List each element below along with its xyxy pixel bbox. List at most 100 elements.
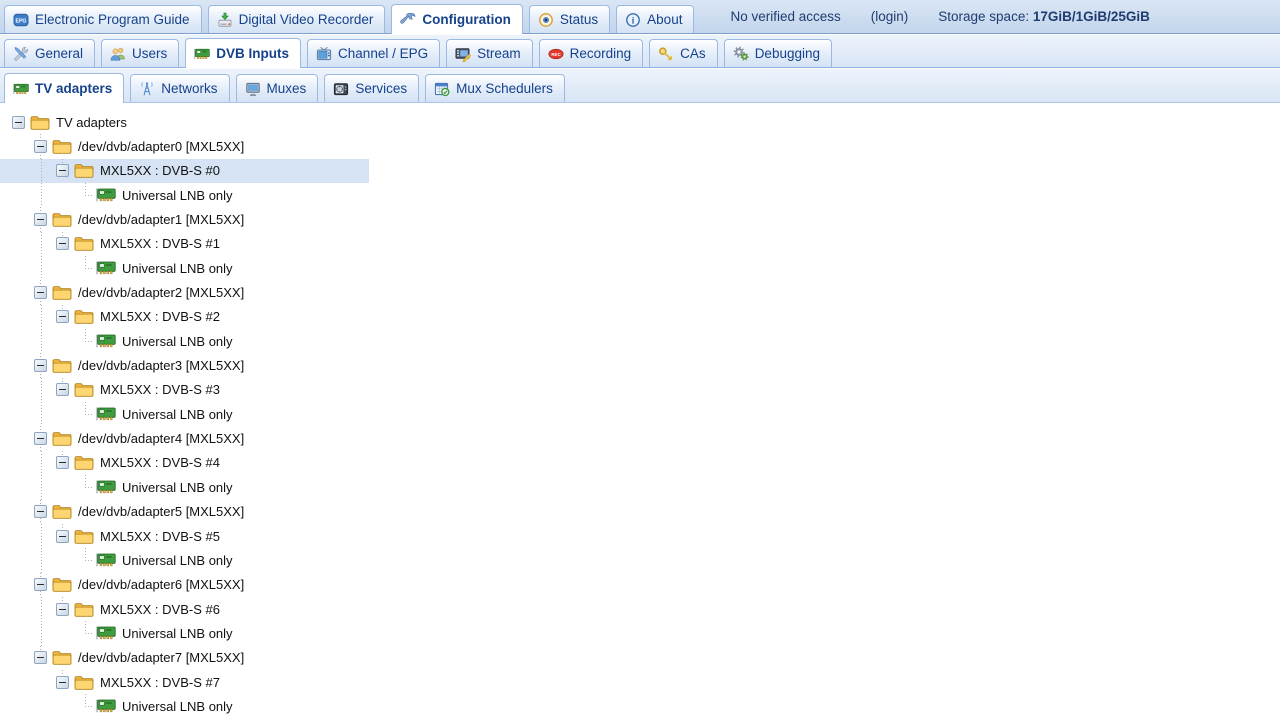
tab-about[interactable]: iAbout <box>616 5 694 33</box>
tree-node-area <box>56 378 72 402</box>
tree-indent <box>12 451 34 475</box>
pci-card-icon <box>96 333 118 349</box>
tree-row-dev-dvb-adapter5-mxl5xx-16[interactable]: /dev/dvb/adapter5 [MXL5XX] <box>0 500 1280 524</box>
collapse-minus-icon[interactable] <box>34 432 47 445</box>
tree-indent <box>12 573 34 597</box>
tree-row-universal-lnb-only-12[interactable]: Universal LNB only <box>0 402 1280 426</box>
folder-icon <box>52 431 74 447</box>
tree-elbow-icon <box>78 329 94 353</box>
tab-channel-epg[interactable]: Channel / EPG <box>307 39 440 67</box>
tv-adapters-tree: TV adapters/dev/dvb/adapter0 [MXL5XX]MXL… <box>0 103 1280 719</box>
collapse-minus-icon[interactable] <box>56 456 69 469</box>
tab-tv-adapters[interactable]: TV adapters <box>4 73 124 103</box>
tree-node-area <box>34 573 50 597</box>
rec-icon: REC <box>548 46 564 62</box>
folder-icon <box>74 674 96 690</box>
collapse-minus-icon[interactable] <box>56 164 69 177</box>
tree-row-mxl5xx-dvb-s-7-23[interactable]: MXL5XX : DVB-S #7 <box>0 670 1280 694</box>
collapse-minus-icon[interactable] <box>56 383 69 396</box>
tools-icon <box>13 46 29 62</box>
tab-label: TV adapters <box>35 81 112 96</box>
folder-icon <box>74 601 96 617</box>
pci-card-icon <box>96 479 118 495</box>
collapse-minus-icon[interactable] <box>56 603 69 616</box>
tree-row-dev-dvb-adapter2-mxl5xx-7[interactable]: /dev/dvb/adapter2 [MXL5XX] <box>0 280 1280 304</box>
tree-indent <box>34 694 56 718</box>
tab-cas[interactable]: CAs <box>649 39 718 67</box>
collapse-minus-icon[interactable] <box>34 578 47 591</box>
folder-icon <box>52 650 74 666</box>
tree-row-universal-lnb-only-15[interactable]: Universal LNB only <box>0 475 1280 499</box>
tab-dvb-inputs[interactable]: DVB Inputs <box>185 38 301 68</box>
tree-node-label: MXL5XX : DVB-S #5 <box>100 529 220 544</box>
tab-services[interactable]: Services <box>324 74 419 102</box>
tab-muxes[interactable]: Muxes <box>236 74 319 102</box>
tab-recording[interactable]: RECRecording <box>539 39 644 67</box>
tree-node-area <box>12 110 28 134</box>
tab-electronic-program-guide[interactable]: EPGElectronic Program Guide <box>4 5 202 33</box>
tree-row-dev-dvb-adapter7-mxl5xx-22[interactable]: /dev/dvb/adapter7 [MXL5XX] <box>0 646 1280 670</box>
status-eye-icon <box>538 12 554 28</box>
tree-indent <box>12 402 34 426</box>
svg-text:REC: REC <box>551 51 561 56</box>
tree-indent <box>12 670 34 694</box>
tab-label: DVB Inputs <box>216 46 289 61</box>
collapse-minus-icon[interactable] <box>12 116 25 129</box>
folder-icon <box>52 504 74 520</box>
tab-users[interactable]: Users <box>101 39 179 67</box>
tree-row-mxl5xx-dvb-s-4-14[interactable]: MXL5XX : DVB-S #4 <box>0 451 1280 475</box>
tree-row-universal-lnb-only-9[interactable]: Universal LNB only <box>0 329 1280 353</box>
collapse-minus-icon[interactable] <box>34 359 47 372</box>
tree-row-mxl5xx-dvb-s-5-17[interactable]: MXL5XX : DVB-S #5 <box>0 524 1280 548</box>
tree-row-tv-adapters-0[interactable]: TV adapters <box>0 110 1280 134</box>
collapse-minus-icon[interactable] <box>56 310 69 323</box>
tree-elbow-icon <box>78 621 94 645</box>
tree-node-area <box>34 426 50 450</box>
folder-icon <box>74 528 96 544</box>
tab-status[interactable]: Status <box>529 5 610 33</box>
tree-row-mxl5xx-dvb-s-0-2[interactable]: MXL5XX : DVB-S #0 <box>0 159 369 183</box>
tab-debugging[interactable]: Debugging <box>724 39 832 67</box>
tree-row-mxl5xx-dvb-s-1-5[interactable]: MXL5XX : DVB-S #1 <box>0 232 1280 256</box>
folder-icon <box>74 236 96 252</box>
config-tabs: General Users DVB Inputs Channel / EPGStrea… <box>4 38 838 67</box>
tree-elbow-icon <box>78 183 94 207</box>
tab-stream[interactable]: Stream <box>446 39 533 67</box>
collapse-minus-icon[interactable] <box>34 213 47 226</box>
tree-row-mxl5xx-dvb-s-3-11[interactable]: MXL5XX : DVB-S #3 <box>0 378 1280 402</box>
login-link[interactable]: (login) <box>871 9 909 24</box>
tree-node-area <box>34 646 50 670</box>
tree-row-mxl5xx-dvb-s-6-20[interactable]: MXL5XX : DVB-S #6 <box>0 597 1280 621</box>
tree-row-dev-dvb-adapter6-mxl5xx-19[interactable]: /dev/dvb/adapter6 [MXL5XX] <box>0 573 1280 597</box>
tree-row-universal-lnb-only-24[interactable]: Universal LNB only <box>0 694 1280 718</box>
tree-connector-line <box>34 524 56 548</box>
tree-row-universal-lnb-only-3[interactable]: Universal LNB only <box>0 183 1280 207</box>
tree-indent <box>56 329 78 353</box>
tab-general[interactable]: General <box>4 39 95 67</box>
collapse-minus-icon[interactable] <box>34 505 47 518</box>
tree-indent <box>34 670 56 694</box>
collapse-minus-icon[interactable] <box>56 237 69 250</box>
collapse-minus-icon[interactable] <box>34 651 47 664</box>
tab-label: Users <box>132 46 167 61</box>
collapse-minus-icon[interactable] <box>34 286 47 299</box>
tab-label: Digital Video Recorder <box>239 12 374 27</box>
tab-networks[interactable]: Networks <box>130 74 229 102</box>
collapse-minus-icon[interactable] <box>56 530 69 543</box>
tree-row-universal-lnb-only-6[interactable]: Universal LNB only <box>0 256 1280 280</box>
tree-indent <box>12 280 34 304</box>
tree-row-dev-dvb-adapter4-mxl5xx-13[interactable]: /dev/dvb/adapter4 [MXL5XX] <box>0 426 1280 450</box>
tree-row-universal-lnb-only-21[interactable]: Universal LNB only <box>0 621 1280 645</box>
tree-row-mxl5xx-dvb-s-2-8[interactable]: MXL5XX : DVB-S #2 <box>0 305 1280 329</box>
tab-digital-video-recorder[interactable]: Digital Video Recorder <box>208 5 386 33</box>
tab-mux-schedulers[interactable]: Mux Schedulers <box>425 74 565 102</box>
tree-row-dev-dvb-adapter3-mxl5xx-10[interactable]: /dev/dvb/adapter3 [MXL5XX] <box>0 353 1280 377</box>
collapse-minus-icon[interactable] <box>34 140 47 153</box>
collapse-minus-icon[interactable] <box>56 676 69 689</box>
tab-configuration[interactable]: Configuration <box>391 4 522 34</box>
folder-icon <box>52 577 74 593</box>
tree-connector-line <box>34 159 56 183</box>
tree-row-dev-dvb-adapter1-mxl5xx-4[interactable]: /dev/dvb/adapter1 [MXL5XX] <box>0 207 1280 231</box>
tree-row-dev-dvb-adapter0-mxl5xx-1[interactable]: /dev/dvb/adapter0 [MXL5XX] <box>0 134 1280 158</box>
tree-row-universal-lnb-only-18[interactable]: Universal LNB only <box>0 548 1280 572</box>
